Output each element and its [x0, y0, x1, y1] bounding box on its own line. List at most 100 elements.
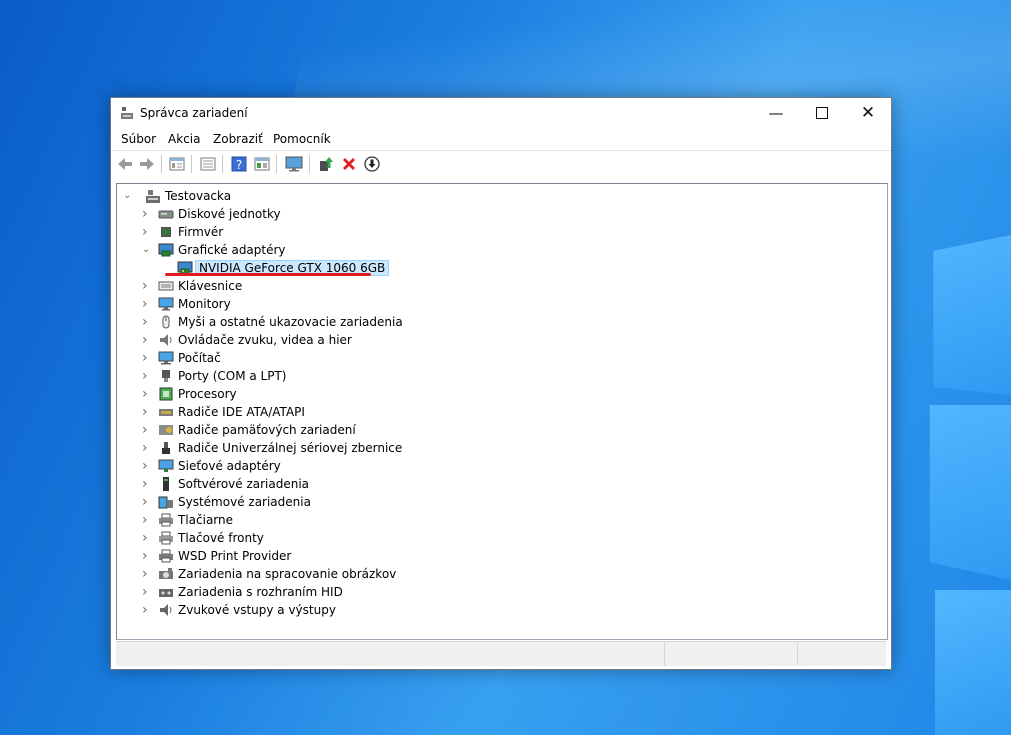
menu-subor[interactable]: Súbor [121, 132, 156, 146]
status-cell [664, 642, 798, 666]
chevron-right-icon[interactable]: › [142, 495, 152, 509]
chevron-right-icon[interactable]: › [142, 549, 152, 563]
console-tree-button[interactable] [199, 155, 217, 173]
wallpaper-pane [929, 405, 1011, 580]
chevron-right-icon[interactable]: › [142, 441, 152, 455]
audio-io-icon [160, 604, 172, 616]
tree-item[interactable]: › Radiče Univerzálnej sériovej zbernice [142, 439, 542, 457]
chevron-right-icon[interactable]: › [142, 603, 152, 617]
wallpaper-pane [933, 235, 1011, 395]
toolbar-separator [191, 155, 192, 173]
tree-root[interactable]: ⌄ Testovacka [123, 187, 423, 205]
tree-item[interactable]: › Zariadenia s rozhraním HID [142, 583, 542, 601]
storage-controller-icon [159, 425, 173, 435]
uninstall-button[interactable] [340, 155, 358, 173]
tree-item-label: Zariadenia na spracovanie obrázkov [178, 567, 397, 581]
tree-item[interactable]: › Radiče IDE ATA/ATAPI [142, 403, 542, 421]
tree-item[interactable]: › Ovládače zvuku, videa a hier [142, 331, 542, 349]
print-queue-icon [159, 531, 173, 545]
mouse-icon [162, 315, 170, 329]
menu-akcia[interactable]: Akcia [168, 132, 200, 146]
chevron-right-icon[interactable]: › [142, 225, 152, 239]
wsd-printer-icon [159, 549, 173, 563]
tree-item-label: Systémové zariadenia [178, 495, 311, 509]
tree-item[interactable]: › Diskové jednotky [142, 205, 542, 223]
tree-item[interactable]: › Procesory [142, 385, 542, 403]
usb-icon [162, 442, 170, 454]
back-button[interactable] [116, 155, 134, 173]
tree-item-label: WSD Print Provider [178, 549, 292, 563]
chevron-right-icon[interactable]: › [142, 387, 152, 401]
update-driver-button[interactable] [317, 155, 335, 173]
minimize-button[interactable]: — [753, 98, 799, 128]
tree-item[interactable]: › Tlačiarne [142, 511, 542, 529]
tree-item-label: Tlačové fronty [178, 531, 264, 545]
chevron-right-icon[interactable]: › [142, 567, 152, 581]
chevron-right-icon[interactable]: › [142, 351, 152, 365]
speaker-icon [160, 334, 172, 346]
system-device-icon [158, 496, 173, 509]
chevron-right-icon[interactable]: › [142, 369, 152, 383]
view-details-button[interactable] [253, 155, 271, 173]
chevron-right-icon[interactable]: › [142, 513, 152, 527]
maximize-icon [816, 107, 828, 119]
chevron-right-icon[interactable]: › [142, 315, 152, 329]
monitor-icon [158, 297, 174, 311]
tree-item[interactable]: › Systémové zariadenia [142, 493, 542, 511]
properties-list-button[interactable] [168, 155, 186, 173]
tree-item[interactable]: › Myši a ostatné ukazovacie zariadenia [142, 313, 542, 331]
title-bar[interactable]: Správca zariadení — ✕ [111, 98, 891, 128]
tree-item-label: Monitory [178, 297, 231, 311]
chevron-right-icon[interactable]: › [142, 333, 152, 347]
help-button[interactable]: ? [230, 155, 248, 173]
tree-item[interactable]: › Počítač [142, 349, 542, 367]
tree-item[interactable]: › Porty (COM a LPT) [142, 367, 542, 385]
chevron-down-icon[interactable]: ⌄ [123, 190, 133, 202]
chevron-down-icon[interactable]: ⌄ [142, 244, 152, 256]
menu-zobrazit[interactable]: Zobraziť [213, 132, 263, 146]
tree-item-label: Procesory [178, 387, 237, 401]
chevron-right-icon[interactable]: › [142, 279, 152, 293]
network-icon [158, 459, 174, 472]
tree-item-label: Zvukové vstupy a výstupy [178, 603, 336, 617]
chevron-right-icon[interactable]: › [142, 459, 152, 473]
device-tree[interactable]: ⌄ Testovacka › Diskové jednotky › Firmvér ⌄ G… [116, 183, 888, 640]
status-bar [116, 641, 886, 666]
tree-item-label: Radiče pamäťových zariadení [178, 423, 356, 437]
tree-item[interactable]: › Sieťové adaptéry [142, 457, 542, 475]
tree-item[interactable]: › Zvukové vstupy a výstupy [142, 601, 542, 619]
port-icon [162, 370, 170, 382]
forward-button[interactable] [138, 155, 156, 173]
tree-item[interactable]: › WSD Print Provider [142, 547, 542, 565]
close-button[interactable]: ✕ [845, 98, 891, 128]
disable-device-icon [364, 156, 380, 172]
tree-item[interactable]: › Firmvér [142, 223, 542, 241]
toolbar-separator [161, 155, 162, 173]
tree-item[interactable]: › Klávesnice [142, 277, 542, 295]
chevron-right-icon[interactable]: › [142, 423, 152, 437]
tree-item-label: Grafické adaptéry [178, 243, 286, 257]
maximize-button[interactable] [799, 98, 845, 128]
chevron-right-icon[interactable]: › [142, 531, 152, 545]
scan-hardware-icon [285, 156, 303, 172]
disable-device-button[interactable] [363, 155, 381, 173]
chevron-right-icon[interactable]: › [142, 477, 152, 491]
chevron-right-icon[interactable]: › [142, 207, 152, 221]
update-driver-icon [320, 157, 333, 171]
tree-item[interactable]: › Monitory [142, 295, 542, 313]
window-title: Správca zariadení [140, 106, 248, 120]
chevron-right-icon[interactable]: › [142, 297, 152, 311]
help-icon: ? [231, 156, 247, 172]
uninstall-icon [343, 158, 355, 170]
tree-item[interactable]: › Tlačové fronty [142, 529, 542, 547]
tree-item[interactable]: › Radiče pamäťových zariadení [142, 421, 542, 439]
chevron-right-icon[interactable]: › [142, 585, 152, 599]
scan-hardware-button[interactable] [285, 155, 303, 173]
device-manager-icon [121, 107, 133, 119]
tree-item[interactable]: › Zariadenia na spracovanie obrázkov [142, 565, 542, 583]
back-icon [118, 158, 132, 170]
tree-item[interactable]: › Softvérové zariadenia [142, 475, 542, 493]
tree-item[interactable]: ⌄ Grafické adaptéry [142, 241, 542, 259]
chevron-right-icon[interactable]: › [142, 405, 152, 419]
menu-pomocnik[interactable]: Pomocník [273, 132, 331, 146]
